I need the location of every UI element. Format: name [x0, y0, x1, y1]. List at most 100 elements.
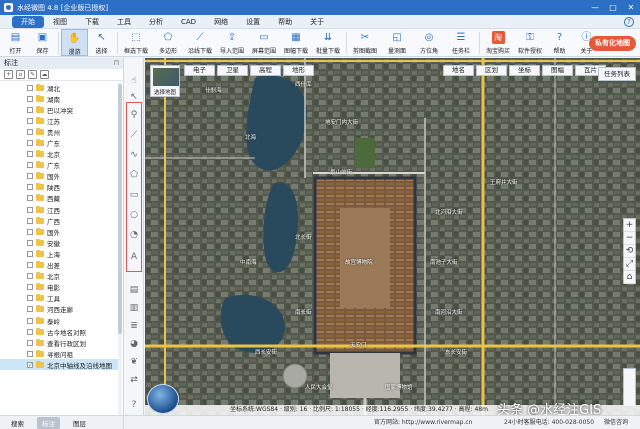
- tree-item[interactable]: ✓ 北京中轴线及沿线地图: [0, 359, 122, 371]
- tree-item[interactable]: 泰岭: [0, 315, 122, 326]
- website-link[interactable]: 官方网站: http://www.rivermap.cn: [374, 416, 472, 429]
- tree-scroll-thumb[interactable]: [118, 84, 122, 334]
- menu-settings[interactable]: 设置: [237, 16, 269, 28]
- toolbar-button-taobao[interactable]: 淘淘宝购买: [482, 29, 514, 56]
- checkbox[interactable]: [27, 162, 33, 169]
- checkbox[interactable]: [27, 184, 33, 191]
- layer-electronic-button[interactable]: 电子: [184, 65, 215, 76]
- zoom-out-button[interactable]: −: [624, 232, 635, 245]
- toolbar-button-screen-range[interactable]: ▭ 屏幕范围: [248, 29, 280, 56]
- menu-analysis[interactable]: 分析: [140, 16, 172, 28]
- polygon-draw-icon[interactable]: ⬠: [127, 168, 141, 182]
- tree-item[interactable]: 广东: [0, 137, 122, 148]
- minimize-button[interactable]: —: [586, 0, 604, 15]
- checkbox[interactable]: [27, 250, 33, 257]
- checkbox[interactable]: [27, 317, 33, 324]
- toolbar-button-folder[interactable]: ▤ 打开: [2, 29, 29, 56]
- tree-item[interactable]: 湖南: [0, 93, 122, 104]
- map-view[interactable]: 选择地图 电子 卫星 高程 地形 地名 区划 坐标 图幅 瓦片 任务列表 西什库…: [145, 58, 640, 415]
- edit-icon[interactable]: ✎: [28, 70, 37, 79]
- palette-icon[interactable]: ◕: [127, 337, 141, 351]
- menu-network[interactable]: 网络: [205, 16, 237, 28]
- checkbox[interactable]: [27, 295, 33, 302]
- checkbox[interactable]: ✓: [27, 361, 33, 368]
- checkbox[interactable]: [27, 284, 33, 291]
- overlay-sheet-button[interactable]: 图幅: [542, 65, 573, 76]
- checkbox[interactable]: [27, 95, 33, 102]
- measure-icon[interactable]: ▥: [127, 301, 141, 315]
- fullscreen-button[interactable]: ⤢: [624, 258, 635, 271]
- checkbox[interactable]: [27, 195, 33, 202]
- checkbox[interactable]: [27, 328, 33, 335]
- layer-elevation-button[interactable]: 高程: [250, 65, 281, 76]
- add-folder-icon[interactable]: +: [4, 70, 13, 79]
- tree-item[interactable]: 湖北: [0, 82, 122, 93]
- ruler-icon[interactable]: ▤: [127, 283, 141, 297]
- toolbar-button-sheet-download[interactable]: ▦ 图幅下载: [280, 29, 312, 56]
- menu-help[interactable]: 帮助: [269, 16, 301, 28]
- toolbar-button-line-download[interactable]: ⟋ 沿线下载: [184, 29, 216, 56]
- checkbox[interactable]: [27, 273, 33, 280]
- tree-item[interactable]: 西藏: [0, 193, 122, 204]
- tab-layers[interactable]: 图层: [68, 417, 91, 429]
- tree-scrollbar[interactable]: [118, 82, 122, 415]
- toolbar-button-save[interactable]: ▣ 保存: [29, 29, 56, 56]
- checkbox[interactable]: [27, 206, 33, 213]
- circle-icon[interactable]: ○: [127, 208, 141, 222]
- tab-search[interactable]: 搜索: [6, 417, 29, 429]
- question-icon[interactable]: ?: [127, 398, 141, 412]
- tree-item[interactable]: 北京: [0, 271, 122, 282]
- checkbox[interactable]: [27, 339, 33, 346]
- hand-icon[interactable]: ☝: [127, 74, 141, 88]
- cloud-icon[interactable]: ☁: [40, 70, 49, 79]
- toolbar-button-help[interactable]: ? 帮助: [546, 29, 573, 56]
- toolbar-button-rect-download[interactable]: ⬚ 框选下载: [120, 29, 152, 56]
- layer-terrain-button[interactable]: 地形: [283, 65, 314, 76]
- toolbar-button-hand[interactable]: ✋ 漫游: [61, 29, 88, 56]
- leaf-icon[interactable]: ❦: [127, 355, 141, 369]
- tree-item[interactable]: 出差: [0, 260, 122, 271]
- tab-annotation[interactable]: 标注: [37, 416, 60, 429]
- curve-icon[interactable]: ∿: [127, 148, 141, 162]
- toolbar-button-license[interactable]: ⚿ 软件授权: [514, 29, 546, 56]
- menu-cad[interactable]: CAD: [172, 16, 205, 28]
- layers-icon[interactable]: ≣: [127, 319, 141, 333]
- globe-icon[interactable]: [147, 384, 179, 414]
- tree-item[interactable]: 电影: [0, 282, 122, 293]
- checkbox[interactable]: [27, 151, 33, 158]
- rectangle-icon[interactable]: ▭: [127, 188, 141, 202]
- tree-item[interactable]: 古今地名对照: [0, 326, 122, 337]
- toolbar-button-compass[interactable]: ◎ 方位角: [413, 29, 445, 56]
- checkbox[interactable]: [27, 262, 33, 269]
- checkbox[interactable]: [27, 350, 33, 357]
- tree-item[interactable]: 广西: [0, 215, 122, 226]
- tree-item[interactable]: 查看行政区划: [0, 337, 122, 348]
- tree-item[interactable]: 巴以冲突: [0, 104, 122, 115]
- tree-item[interactable]: 安徽: [0, 237, 122, 248]
- checkbox[interactable]: [27, 140, 33, 147]
- tree-item[interactable]: 国外: [0, 171, 122, 182]
- checkbox[interactable]: [27, 217, 33, 224]
- menu-tools[interactable]: 工具: [108, 16, 140, 28]
- zoom-in-button[interactable]: +: [624, 219, 635, 232]
- tree-item[interactable]: 工具: [0, 293, 122, 304]
- tree-item[interactable]: 寻根问祖: [0, 348, 122, 359]
- checkbox[interactable]: [27, 239, 33, 246]
- add-item-icon[interactable]: ▫: [16, 70, 25, 79]
- private-map-button[interactable]: 私有化地图: [589, 36, 636, 51]
- home-button[interactable]: ⌂: [624, 271, 635, 284]
- menu-download[interactable]: 下载: [76, 16, 108, 28]
- checkbox[interactable]: [27, 228, 33, 235]
- layer-satellite-button[interactable]: 卫星: [217, 65, 248, 76]
- menu-start[interactable]: 开始: [12, 15, 44, 28]
- toolbar-button-import-range[interactable]: ⇪ 导入范围: [216, 29, 248, 56]
- toolbar-button-polygon[interactable]: ⬠ 多边形: [152, 29, 184, 56]
- tree-item[interactable]: 河西走廊: [0, 304, 122, 315]
- menu-about[interactable]: 关于: [301, 16, 333, 28]
- checkbox[interactable]: [27, 128, 33, 135]
- tree-item[interactable]: 广东: [0, 160, 122, 171]
- tree-item[interactable]: 陕西: [0, 182, 122, 193]
- checkbox[interactable]: [27, 117, 33, 124]
- marker-icon[interactable]: ⚲: [127, 108, 141, 122]
- map-type-selector[interactable]: 选择地图: [150, 65, 180, 97]
